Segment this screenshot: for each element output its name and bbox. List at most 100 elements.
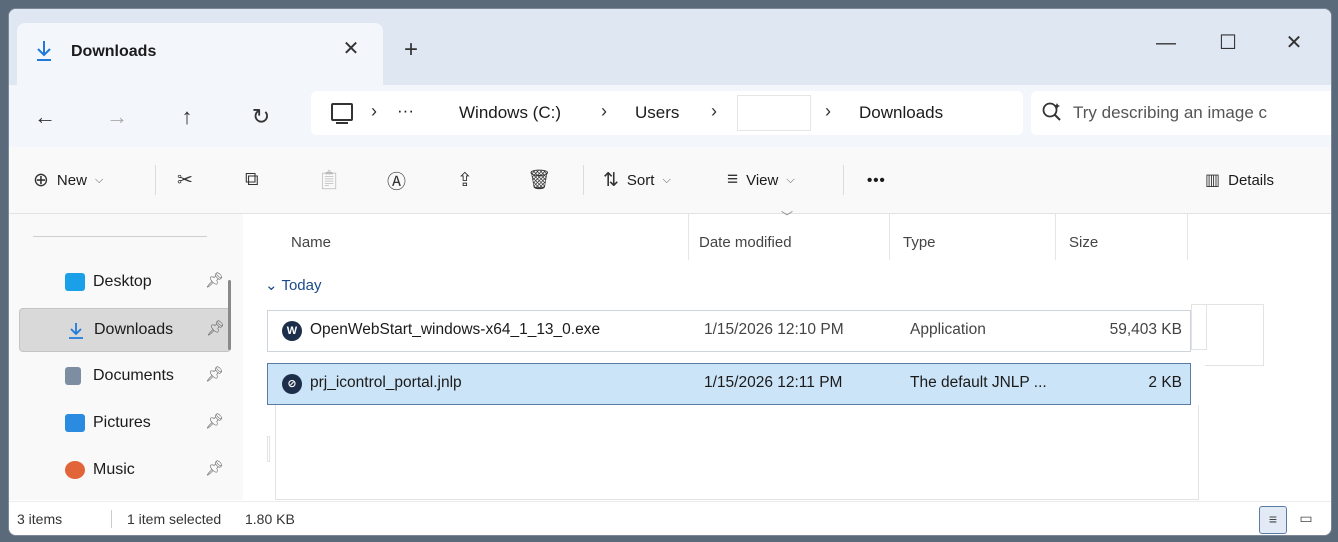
search-box[interactable] xyxy=(1031,91,1331,135)
pictures-icon xyxy=(65,414,85,432)
share-button[interactable]: ⇪ xyxy=(457,165,473,195)
chevron-down-icon: ⌵ xyxy=(786,173,795,186)
new-button[interactable]: ⊕ New ⌵ xyxy=(33,165,103,195)
breadcrumb-downloads[interactable]: Downloads xyxy=(859,103,943,123)
file-date: 1/15/2026 12:11 PM xyxy=(704,374,843,391)
column-header-type[interactable]: Type xyxy=(903,234,936,251)
trash-icon: 🗑︎ xyxy=(527,170,552,191)
column-divider[interactable] xyxy=(1055,214,1056,260)
new-label: New xyxy=(56,171,87,189)
file-date: 1/15/2026 12:10 PM xyxy=(704,321,844,338)
status-divider xyxy=(111,510,112,528)
rename-icon: Ⓐ xyxy=(387,171,407,193)
up-button[interactable]: ↑ xyxy=(169,99,205,135)
column-divider[interactable] xyxy=(1187,214,1188,260)
new-tab-button[interactable]: + xyxy=(395,35,427,67)
sidebar-divider xyxy=(33,236,207,237)
tiles-view-button[interactable]: ▭ xyxy=(1293,506,1319,532)
details-button[interactable]: ▥ Details xyxy=(1205,165,1274,195)
file-name: OpenWebStart_windows-x64_1_13_0.exe xyxy=(310,321,601,338)
minimize-button[interactable]: — xyxy=(1143,23,1189,63)
details-view-button[interactable]: ≡ xyxy=(1259,506,1287,534)
pin-icon[interactable]: 📌︎ xyxy=(205,365,224,383)
download-icon xyxy=(66,321,86,339)
sidebar-item-music[interactable]: Music 📌︎ xyxy=(19,449,229,491)
delete-button[interactable]: 🗑︎ xyxy=(527,165,551,195)
pin-icon[interactable]: 📌︎ xyxy=(205,412,224,430)
paste-button[interactable]: 📋︎ xyxy=(317,165,341,195)
toolbar-divider xyxy=(843,165,844,195)
selection-ghost xyxy=(267,436,270,462)
breadcrumb-overflow[interactable]: ··· xyxy=(397,101,414,121)
pin-icon[interactable]: 📌︎ xyxy=(205,271,224,289)
maximize-button[interactable]: ☐ xyxy=(1205,23,1251,63)
scissors-icon: ✂ xyxy=(177,169,193,191)
table-row[interactable]: ⊘ prj_icontrol_portal.jnlp 1/15/2026 12:… xyxy=(267,363,1191,405)
list-view-icon: ≡ xyxy=(1268,511,1278,527)
column-header-size[interactable]: Size xyxy=(1069,234,1098,251)
tab-downloads[interactable]: Downloads ✕ xyxy=(17,23,383,85)
column-divider[interactable] xyxy=(688,214,689,260)
sort-icon: ⇅ xyxy=(603,169,619,191)
sidebar-item-label: Desktop xyxy=(93,273,152,290)
file-list: ﹀ Name Date modified Type Size ⌄ Today W… xyxy=(251,210,1331,500)
sidebar-item-downloads[interactable]: Downloads 📌︎ xyxy=(19,308,231,352)
breadcrumb-users[interactable]: Users xyxy=(635,103,679,123)
sort-button[interactable]: ⇅ Sort ⌵ xyxy=(603,165,671,195)
close-button[interactable]: ✕ xyxy=(1271,23,1317,63)
pin-icon[interactable]: 📌︎ xyxy=(206,319,225,337)
group-label: Today xyxy=(281,277,322,294)
item-count: 3 items xyxy=(17,511,63,527)
file-size: 59,403 KB xyxy=(1109,321,1182,338)
breadcrumb-user-redacted[interactable] xyxy=(737,95,811,131)
breadcrumb-windows-c[interactable]: Windows (C:) xyxy=(459,103,561,123)
share-icon: ⇪ xyxy=(457,169,473,191)
selection-ghost xyxy=(1205,304,1264,366)
refresh-button[interactable]: ↻ xyxy=(243,99,279,135)
search-input[interactable] xyxy=(1071,97,1331,129)
sidebar-scrollbar[interactable] xyxy=(228,280,231,350)
sidebar-item-label: Documents xyxy=(93,367,174,384)
tile-view-icon: ▭ xyxy=(1299,510,1313,526)
view-label: View xyxy=(746,171,779,189)
sort-indicator-icon: ﹀ xyxy=(781,210,794,224)
cut-button[interactable]: ✂ xyxy=(177,165,193,195)
selected-size: 1.80 KB xyxy=(245,511,295,527)
address-row: ← → ↑ ↻ › ··· Windows (C:) › Users › › D… xyxy=(9,85,1331,147)
file-name: prj_icontrol_portal.jnlp xyxy=(310,374,462,391)
column-header-name[interactable]: Name xyxy=(291,234,331,251)
sidebar-item-documents[interactable]: Documents 📌︎ xyxy=(19,355,229,397)
forward-button[interactable]: → xyxy=(99,99,135,135)
view-button[interactable]: ≡ View ⌵ xyxy=(727,165,795,195)
sidebar-item-label: Pictures xyxy=(93,414,151,431)
selected-count: 1 item selected xyxy=(127,511,222,527)
sidebar-item-desktop[interactable]: Desktop 📌︎ xyxy=(19,261,229,303)
desktop-icon xyxy=(65,273,85,291)
pin-icon[interactable]: 📌︎ xyxy=(205,459,224,477)
column-header-date-modified[interactable]: Date modified xyxy=(699,234,792,251)
view-lines-icon: ≡ xyxy=(727,169,739,190)
file-type: The default JNLP ... xyxy=(910,374,1047,391)
breadcrumb-separator: › xyxy=(711,101,717,121)
status-bar: 3 items 1 item selected 1.80 KB ≡ ▭ xyxy=(9,501,1331,535)
more-options-button[interactable]: ••• xyxy=(867,165,886,195)
toolbar-divider xyxy=(155,165,156,195)
music-icon xyxy=(65,461,85,479)
copy-button[interactable]: ⧉ xyxy=(245,165,259,195)
computer-icon xyxy=(331,103,353,124)
sidebar-item-pictures[interactable]: Pictures 📌︎ xyxy=(19,402,229,444)
rename-button[interactable]: Ⓐ xyxy=(387,165,406,195)
table-row[interactable]: W OpenWebStart_windows-x64_1_13_0.exe 1/… xyxy=(267,310,1191,352)
toolbar-divider xyxy=(583,165,584,195)
back-button[interactable]: ← xyxy=(27,99,63,135)
tab-close-icon[interactable]: ✕ xyxy=(337,35,365,63)
drag-rectangle xyxy=(275,405,1199,500)
chevron-down-icon: ⌵ xyxy=(662,173,671,186)
column-divider[interactable] xyxy=(889,214,890,260)
download-icon xyxy=(35,39,53,63)
chevron-down-icon: ⌄ xyxy=(265,277,282,294)
address-bar[interactable]: › ··· Windows (C:) › Users › › Downloads xyxy=(311,91,1023,135)
tab-title: Downloads xyxy=(71,43,157,60)
plus-circle-icon: ⊕ xyxy=(33,169,49,191)
group-header-today[interactable]: ⌄ Today xyxy=(265,276,322,294)
